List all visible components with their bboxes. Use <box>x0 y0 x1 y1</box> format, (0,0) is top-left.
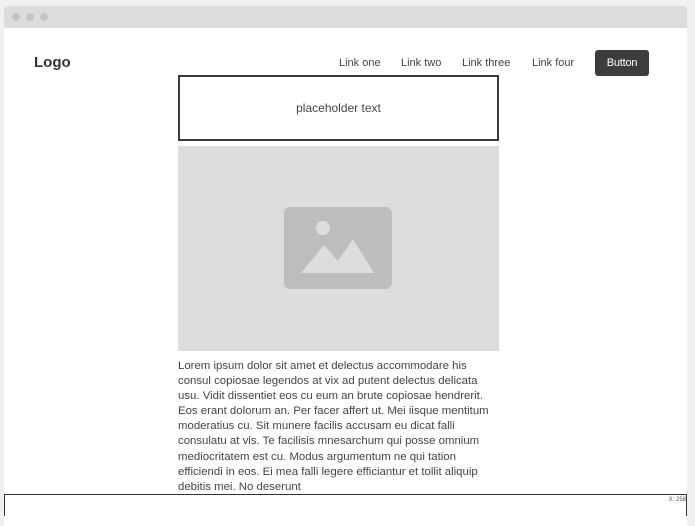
image-placeholder-icon <box>284 207 392 289</box>
coordinate-readout: X: 258 <box>668 497 686 503</box>
header-button[interactable]: Button <box>595 50 649 76</box>
window-right-edge <box>687 6 695 515</box>
bottom-overlay-bar: X: 258 <box>4 494 687 516</box>
window-maximize-dot[interactable] <box>40 13 48 21</box>
body-paragraph: Lorem ipsum dolor sit amet et delectus a… <box>178 360 489 493</box>
nav-link-four[interactable]: Link four <box>532 57 574 69</box>
placeholder-text-box: placeholder text <box>178 75 499 141</box>
nav-link-one[interactable]: Link one <box>339 57 381 69</box>
image-placeholder <box>178 146 499 351</box>
nav-link-three[interactable]: Link three <box>462 57 510 69</box>
window-close-dot[interactable] <box>12 13 20 21</box>
window-minimize-dot[interactable] <box>26 13 34 21</box>
site-logo[interactable]: Logo <box>34 54 71 71</box>
nav-link-two[interactable]: Link two <box>401 57 441 69</box>
placeholder-text: placeholder text <box>296 101 381 115</box>
window-titlebar <box>4 6 687 28</box>
